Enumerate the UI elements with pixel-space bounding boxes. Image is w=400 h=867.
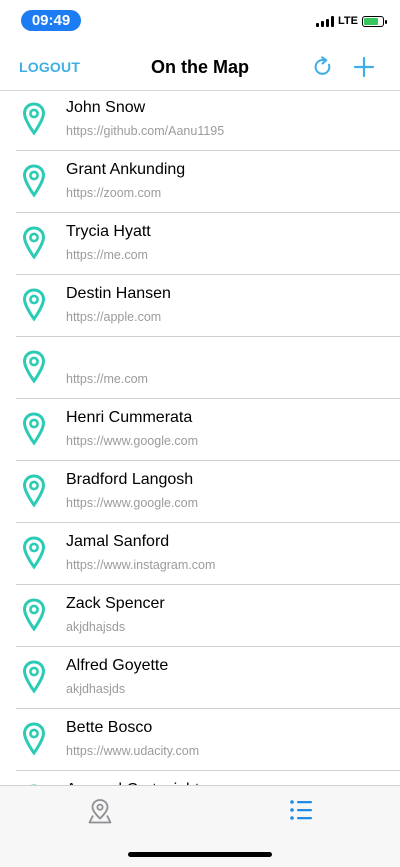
network-label: LTE (338, 15, 358, 27)
student-name: Zack Spencer (66, 595, 165, 612)
student-url: https://www.udacity.com (66, 744, 200, 758)
list-item[interactable]: Destin Hansen https://apple.com (0, 275, 400, 337)
student-name: Alfred Goyette (66, 657, 169, 674)
student-url: https://www.google.com (66, 434, 199, 448)
list-item[interactable]: Bradford Langosh https://www.google.com (0, 461, 400, 523)
student-url: https://me.com (66, 248, 148, 262)
student-url: akjdhajsds (66, 620, 126, 634)
location-pin-icon (22, 536, 46, 570)
location-pin-icon (22, 474, 46, 508)
student-url: https://me.com (66, 372, 148, 386)
location-pin-icon (22, 226, 46, 260)
battery-icon (362, 15, 387, 27)
student-url: https://zoom.com (66, 186, 162, 200)
signal-icon (316, 15, 335, 27)
map-pin-icon[interactable] (88, 798, 112, 824)
list-item[interactable]: Zack Spencer akjdhajsds (0, 585, 400, 647)
student-url: https://github.com/Aanu1195 (66, 124, 225, 138)
list-item[interactable]: Armand Cartwright (0, 771, 400, 785)
student-name: Grant Ankunding (66, 161, 186, 178)
student-url: akjdhasjds (66, 682, 126, 696)
list-item[interactable]: Bette Bosco https://www.udacity.com (0, 709, 400, 771)
student-name: Bradford Langosh (66, 471, 194, 488)
page-title: On the Map (151, 57, 249, 77)
status-time: 09:49 (21, 10, 81, 31)
location-list[interactable]: John Snow https://github.com/Aanu1195 Gran… (0, 89, 400, 785)
student-name: Jamal Sanford (66, 533, 170, 550)
student-url: https://www.google.com (66, 496, 199, 510)
student-name: Destin Hansen (66, 285, 171, 302)
home-indicator (128, 852, 272, 857)
navigation-bar: LOGOUT On the Map (0, 44, 400, 91)
list-item[interactable]: Alfred Goyette akjdhasjds (0, 647, 400, 709)
location-pin-icon (22, 660, 46, 694)
student-url: https://www.instagram.com (66, 558, 216, 572)
student-name: Bette Bosco (66, 719, 153, 736)
status-bar: 09:49 LTE (0, 0, 400, 44)
student-url: https://apple.com (66, 310, 162, 324)
list-item[interactable]: Henri Cummerata https://www.google.com (0, 399, 400, 461)
location-pin-icon (22, 412, 46, 446)
location-pin-icon (22, 164, 46, 198)
student-name: Trycia Hyatt (66, 223, 151, 240)
location-pin-icon (22, 598, 46, 632)
student-name: Henri Cummerata (66, 409, 193, 426)
status-indicators: LTE (316, 15, 387, 27)
list-item[interactable]: https://me.com (0, 337, 400, 399)
list-item[interactable]: Grant Ankunding https://zoom.com (0, 151, 400, 213)
list-item[interactable]: Trycia Hyatt https://me.com (0, 213, 400, 275)
list-icon[interactable] (289, 799, 313, 821)
list-item[interactable]: John Snow https://github.com/Aanu1195 (0, 89, 400, 151)
location-pin-icon (22, 350, 46, 384)
location-pin-icon (22, 102, 46, 136)
location-pin-icon (22, 288, 46, 322)
plus-icon[interactable] (353, 56, 375, 78)
refresh-icon[interactable] (312, 56, 334, 78)
student-name: John Snow (66, 99, 146, 116)
location-pin-icon (22, 722, 46, 756)
list-item[interactable]: Jamal Sanford https://www.instagram.com (0, 523, 400, 585)
